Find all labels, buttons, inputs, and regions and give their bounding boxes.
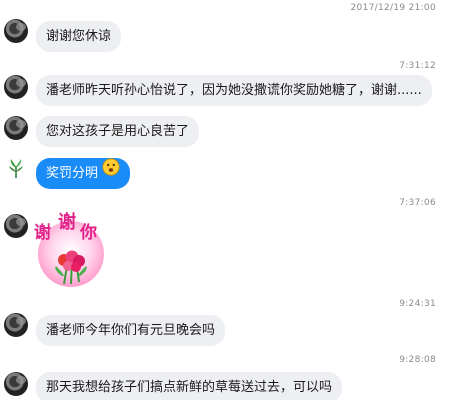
sticker-char: 谢 bbox=[58, 212, 76, 233]
thank-you-flower-sticker-icon[interactable]: 谢 谢 你 bbox=[34, 212, 108, 290]
message-bubble[interactable]: 那天我想给孩子们搞点新鲜的草莓送过去，可以吗 bbox=[36, 372, 343, 400]
sticker-char: 你 bbox=[80, 223, 97, 243]
plant-avatar-icon bbox=[9, 159, 23, 178]
avatar[interactable] bbox=[4, 214, 28, 238]
avatar[interactable] bbox=[4, 156, 28, 180]
avatar[interactable] bbox=[4, 313, 28, 337]
message-bubble[interactable]: 潘老师昨天听孙心怡说了，因为她没撒谎你奖励她糖了，谢谢...... bbox=[36, 75, 432, 106]
message-bubble[interactable]: 潘老师今年你们有元旦晚会吗 bbox=[36, 315, 226, 346]
timestamp: 7:31:12 bbox=[399, 61, 436, 71]
avatar[interactable] bbox=[4, 19, 28, 43]
timestamp: 9:24:31 bbox=[399, 299, 436, 309]
message-bubble[interactable]: 您对这孩子是用心良苦了 bbox=[36, 116, 200, 147]
chat-window: 2017/12/19 21:00 谢谢您休谅 7:31:12 潘老师昨天听孙心怡… bbox=[0, 0, 452, 400]
avatar[interactable] bbox=[4, 372, 28, 396]
message-bubble[interactable]: 谢谢您休谅 bbox=[36, 21, 122, 52]
timestamp: 7:37:06 bbox=[399, 198, 436, 208]
smiley-face-icon bbox=[102, 157, 120, 188]
message-bubble-sent[interactable]: 奖罚分明 bbox=[36, 157, 131, 189]
avatar[interactable] bbox=[4, 116, 28, 140]
timestamp-top: 2017/12/19 21:00 bbox=[350, 3, 436, 13]
avatar[interactable] bbox=[4, 75, 28, 99]
sticker-char: 谢 bbox=[34, 223, 51, 243]
message-text: 奖罚分明 bbox=[46, 166, 99, 181]
timestamp: 9:28:08 bbox=[399, 355, 436, 365]
